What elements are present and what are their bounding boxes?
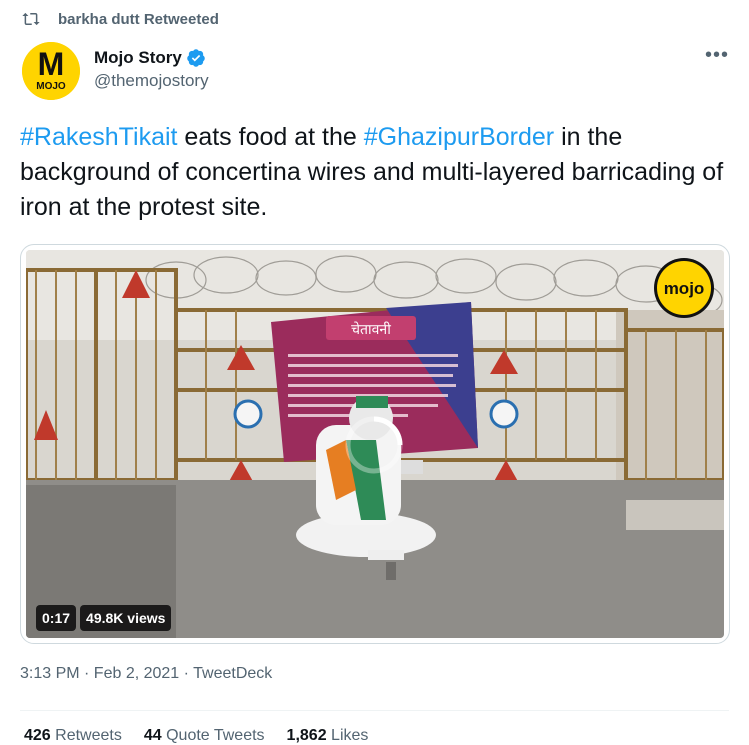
retweets-count: 426: [24, 727, 51, 744]
likes-stat[interactable]: 1,862 Likes: [287, 727, 369, 745]
tweet-text: #RakeshTikait eats food at the #Ghazipur…: [20, 120, 730, 225]
video-player[interactable]: चेतावनी mojo: [20, 244, 730, 644]
video-duration: 0:17: [36, 605, 77, 631]
retweets-stat[interactable]: 426 Retweets: [24, 727, 122, 745]
author-block: Mojo Story @themojostory: [94, 48, 209, 91]
sign-title: चेतावनी: [351, 321, 391, 338]
author-handle[interactable]: @themojostory: [94, 71, 209, 91]
more-options-icon[interactable]: •••: [705, 44, 729, 67]
author-name[interactable]: Mojo Story: [94, 48, 182, 68]
video-thumbnail: चेतावनी mojo: [26, 250, 724, 638]
retweet-indicator: barkha dutt Retweeted: [22, 10, 219, 28]
likes-label: Likes: [331, 727, 369, 744]
retweet-icon: [22, 12, 40, 26]
hashtag-link[interactable]: #GhazipurBorder: [364, 123, 554, 151]
divider: [20, 710, 729, 711]
retweets-label: Retweets: [55, 727, 122, 744]
avatar[interactable]: M MOJO: [22, 42, 80, 100]
author-name-row[interactable]: Mojo Story: [94, 48, 209, 68]
hashtag-link[interactable]: #RakeshTikait: [20, 123, 177, 151]
retweet-label[interactable]: barkha dutt Retweeted: [58, 11, 219, 28]
tweet-stats: 426 Retweets 44 Quote Tweets 1,862 Likes: [24, 727, 390, 745]
likes-count: 1,862: [286, 727, 327, 744]
video-views: 49.8K views: [80, 605, 172, 631]
mojo-logo-text: mojo: [664, 279, 705, 298]
avatar-text: MOJO: [36, 81, 66, 92]
quote-tweets-stat[interactable]: 44 Quote Tweets: [144, 727, 265, 745]
tweet-text-part: eats food at the: [177, 123, 364, 151]
video-info-overlay: 0:17 49.8K views: [36, 605, 175, 631]
verified-badge-icon: [187, 49, 205, 67]
tweet-timestamp[interactable]: 3:13 PM · Feb 2, 2021 · TweetDeck: [20, 665, 272, 683]
quotes-count: 44: [143, 727, 162, 744]
svg-text:M: M: [38, 46, 65, 82]
video-frame[interactable]: चेतावनी mojo: [26, 250, 724, 638]
quotes-label: Quote Tweets: [166, 727, 265, 744]
